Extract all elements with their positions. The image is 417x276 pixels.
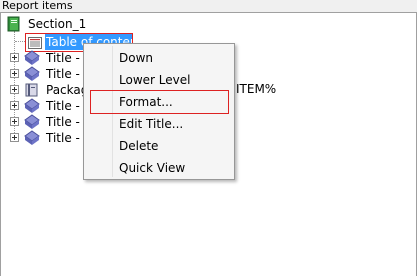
expand-icon[interactable] [10,53,19,62]
tree-node-title-t[interactable]: Title - T [10,98,91,114]
menu-item-quick-view[interactable]: Quick View [86,157,232,179]
menu-item-down[interactable]: Down [86,47,232,69]
title-item-icon [24,50,40,65]
report-items-panel: Report items Section_1 Table of contents [0,0,417,276]
title-item-icon [24,66,40,81]
tree-node-label: Section_1 [28,17,87,31]
title-item-icon [24,130,40,145]
menu-item-delete[interactable]: Delete [86,135,232,157]
tree-node-title-m[interactable]: Title - M [10,66,94,82]
tree-node-section[interactable]: Section_1 [6,16,86,32]
title-item-icon [24,114,40,129]
tree-connector-horizontal [15,41,25,42]
expand-icon[interactable] [10,101,19,110]
tree-node-title-v[interactable]: Title - V [10,130,92,146]
title-item-icon [24,98,40,113]
expand-icon[interactable] [10,85,19,94]
panel-header: Report items [0,0,417,13]
panel-title: Report items [2,0,73,12]
tree-node-label: Packag [46,83,89,97]
expand-icon[interactable] [10,133,19,142]
expand-icon[interactable] [10,69,19,78]
expand-icon[interactable] [10,117,19,126]
menu-item-lower-level[interactable]: Lower Level [86,69,232,91]
menu-item-edit-title[interactable]: Edit Title... [86,113,232,135]
tree-node-package[interactable]: Packag [10,82,89,98]
format-highlight-box [90,90,229,114]
tree-node-title-p[interactable]: Title - P [10,50,91,66]
package-trailing-text: ITEM% [236,82,277,96]
tree-node-title-r[interactable]: Title - R [10,114,92,130]
section-book-icon [7,16,20,32]
package-item-icon [25,83,38,97]
